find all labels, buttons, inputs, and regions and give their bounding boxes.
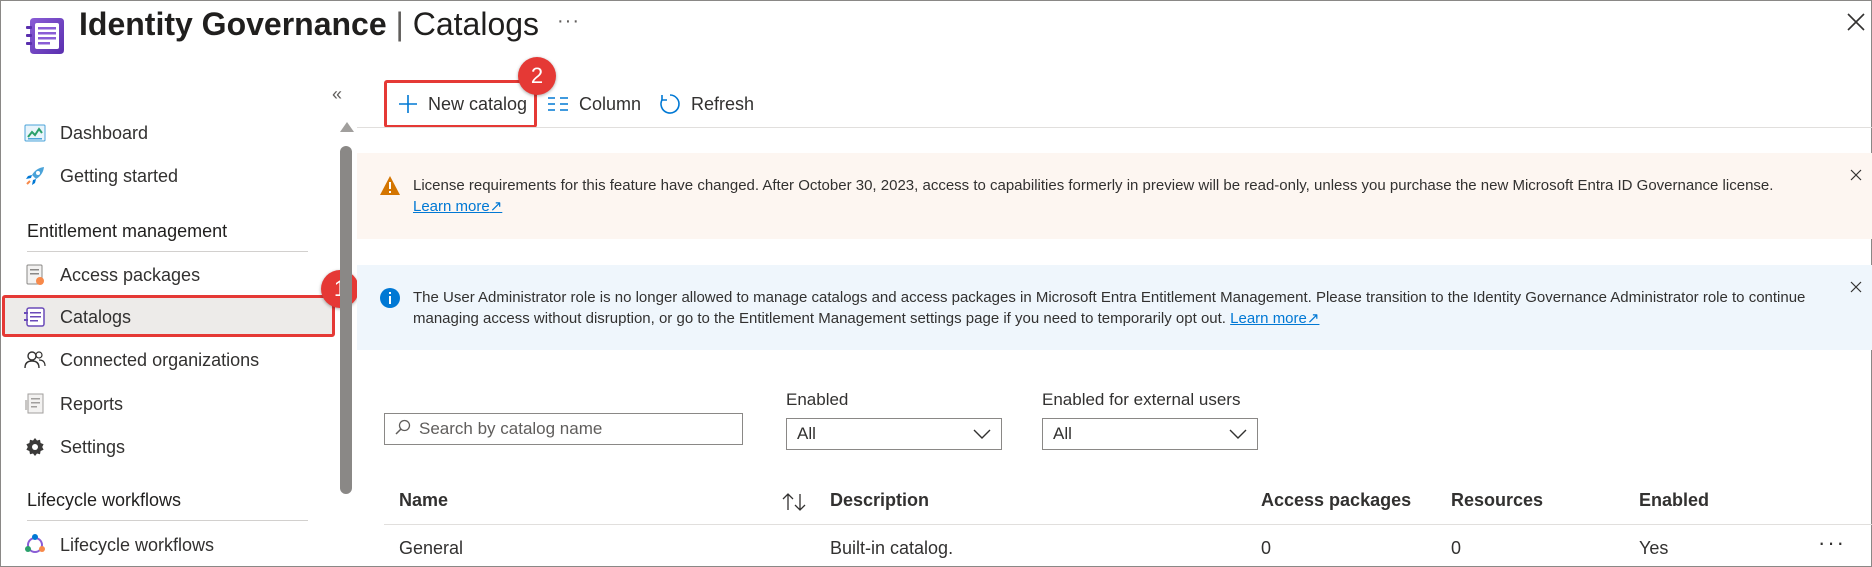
access-package-icon bbox=[24, 264, 46, 286]
column-header-name[interactable]: Name bbox=[399, 490, 448, 511]
sidebar-item-dashboard[interactable]: Dashboard bbox=[24, 113, 324, 153]
refresh-icon bbox=[659, 93, 681, 115]
dismiss-info-icon[interactable] bbox=[1848, 279, 1864, 295]
info-message: The User Administrator role is no longer… bbox=[413, 287, 1812, 350]
close-icon[interactable] bbox=[1846, 12, 1866, 32]
column-header-description[interactable]: Description bbox=[830, 490, 929, 511]
sort-icon[interactable] bbox=[781, 492, 807, 517]
sidebar-item-label: Connected organizations bbox=[60, 349, 260, 370]
row-more-options-button[interactable]: ··· bbox=[1818, 530, 1846, 556]
people-icon bbox=[24, 349, 46, 371]
info-link-text: Learn more bbox=[1230, 310, 1307, 327]
collapse-sidebar-button[interactable]: « bbox=[332, 84, 342, 105]
section-divider bbox=[27, 251, 308, 252]
warning-learn-more-link[interactable]: Learn more↗ bbox=[413, 198, 502, 215]
report-icon bbox=[24, 393, 46, 415]
enabled-filter-label: Enabled bbox=[786, 390, 849, 409]
chevron-down-icon bbox=[973, 424, 991, 444]
workflow-icon bbox=[24, 534, 46, 556]
search-input[interactable] bbox=[419, 419, 739, 439]
sidebar-item-label: Reports bbox=[60, 393, 124, 414]
cell-description: Built-in catalog. bbox=[830, 538, 954, 558]
scroll-up-arrow[interactable] bbox=[340, 122, 354, 132]
refresh-label: Refresh bbox=[691, 93, 755, 114]
warning-message: License requirements for this feature ha… bbox=[413, 175, 1812, 239]
cell-name[interactable]: General bbox=[399, 538, 463, 559]
cell-resources: 0 bbox=[1451, 538, 1462, 558]
column-header-enabled[interactable]: Enabled bbox=[1639, 490, 1709, 511]
sidebar-scrollbar-thumb[interactable] bbox=[340, 146, 352, 494]
search-icon bbox=[395, 419, 411, 440]
refresh-button[interactable]: Refresh bbox=[659, 88, 754, 120]
enabled-external-filter-dropdown[interactable]: All bbox=[1042, 418, 1258, 450]
sidebar-item-settings[interactable]: Settings bbox=[24, 427, 324, 467]
role-info-banner: The User Administrator role is no longer… bbox=[357, 265, 1872, 350]
enabled-external-filter-label: Enabled for external users bbox=[1042, 390, 1241, 409]
license-warning-banner: License requirements for this feature ha… bbox=[357, 153, 1872, 239]
more-options-button[interactable]: ··· bbox=[557, 10, 580, 33]
section-divider bbox=[27, 520, 308, 521]
title-page: Catalogs bbox=[412, 6, 540, 42]
dismiss-warning-icon[interactable] bbox=[1848, 167, 1864, 183]
enabled-filter-dropdown[interactable]: All bbox=[786, 418, 1002, 450]
title-main: Identity Governance bbox=[79, 6, 387, 42]
column-button[interactable]: Column bbox=[547, 88, 641, 120]
sidebar-item-getting-started[interactable]: Getting started bbox=[24, 156, 324, 196]
info-text: The User Administrator role is no longer… bbox=[413, 289, 1806, 327]
page-title: Identity Governance | Catalogs bbox=[79, 4, 539, 44]
enabled-external-filter-value: All bbox=[1053, 424, 1072, 443]
search-box[interactable] bbox=[384, 413, 743, 445]
annotation-highlight-catalogs bbox=[2, 295, 335, 337]
sidebar-item-connected-organizations[interactable]: Connected organizations bbox=[24, 340, 324, 380]
annotation-highlight-new-catalog bbox=[384, 80, 537, 128]
column-label: Column bbox=[579, 93, 642, 114]
sidebar-item-label: Lifecycle workflows bbox=[60, 534, 215, 555]
enabled-filter-value: All bbox=[797, 424, 816, 443]
title-separator: | bbox=[395, 6, 404, 42]
cell-access-packages: 0 bbox=[1261, 538, 1272, 558]
sidebar-item-reports[interactable]: Reports bbox=[24, 384, 324, 424]
sidebar-item-access-packages[interactable]: Access packages bbox=[24, 255, 324, 295]
warning-icon bbox=[379, 175, 401, 197]
sidebar-item-label: Access packages bbox=[60, 264, 201, 285]
warning-link-text: Learn more bbox=[413, 198, 490, 215]
rocket-icon bbox=[24, 165, 46, 187]
column-header-access-packages[interactable]: Access packages bbox=[1261, 490, 1411, 511]
section-title-lifecycle-workflows: Lifecycle workflows bbox=[27, 490, 182, 510]
sidebar-item-label: Settings bbox=[60, 436, 126, 457]
info-learn-more-link[interactable]: Learn more↗ bbox=[1230, 310, 1319, 327]
sidebar-item-lifecycle-workflows[interactable]: Lifecycle workflows bbox=[24, 525, 324, 565]
external-link-icon: ↗ bbox=[1306, 310, 1320, 327]
sidebar-item-label: Dashboard bbox=[60, 122, 149, 143]
section-title-entitlement-management: Entitlement management bbox=[27, 221, 228, 241]
dashboard-icon bbox=[24, 122, 46, 144]
chevron-down-icon bbox=[1229, 424, 1247, 444]
cell-enabled: Yes bbox=[1639, 538, 1669, 558]
gear-icon bbox=[24, 436, 46, 458]
sidebar-item-label: Getting started bbox=[60, 165, 179, 186]
columns-icon bbox=[547, 96, 569, 112]
warning-text: License requirements for this feature ha… bbox=[413, 177, 1774, 194]
table-header-divider bbox=[384, 524, 1872, 525]
column-header-resources[interactable]: Resources bbox=[1451, 490, 1543, 511]
external-link-icon: ↗ bbox=[489, 198, 503, 215]
toolbar-divider bbox=[357, 127, 1872, 128]
info-icon bbox=[379, 287, 401, 309]
identity-governance-icon bbox=[24, 16, 66, 56]
